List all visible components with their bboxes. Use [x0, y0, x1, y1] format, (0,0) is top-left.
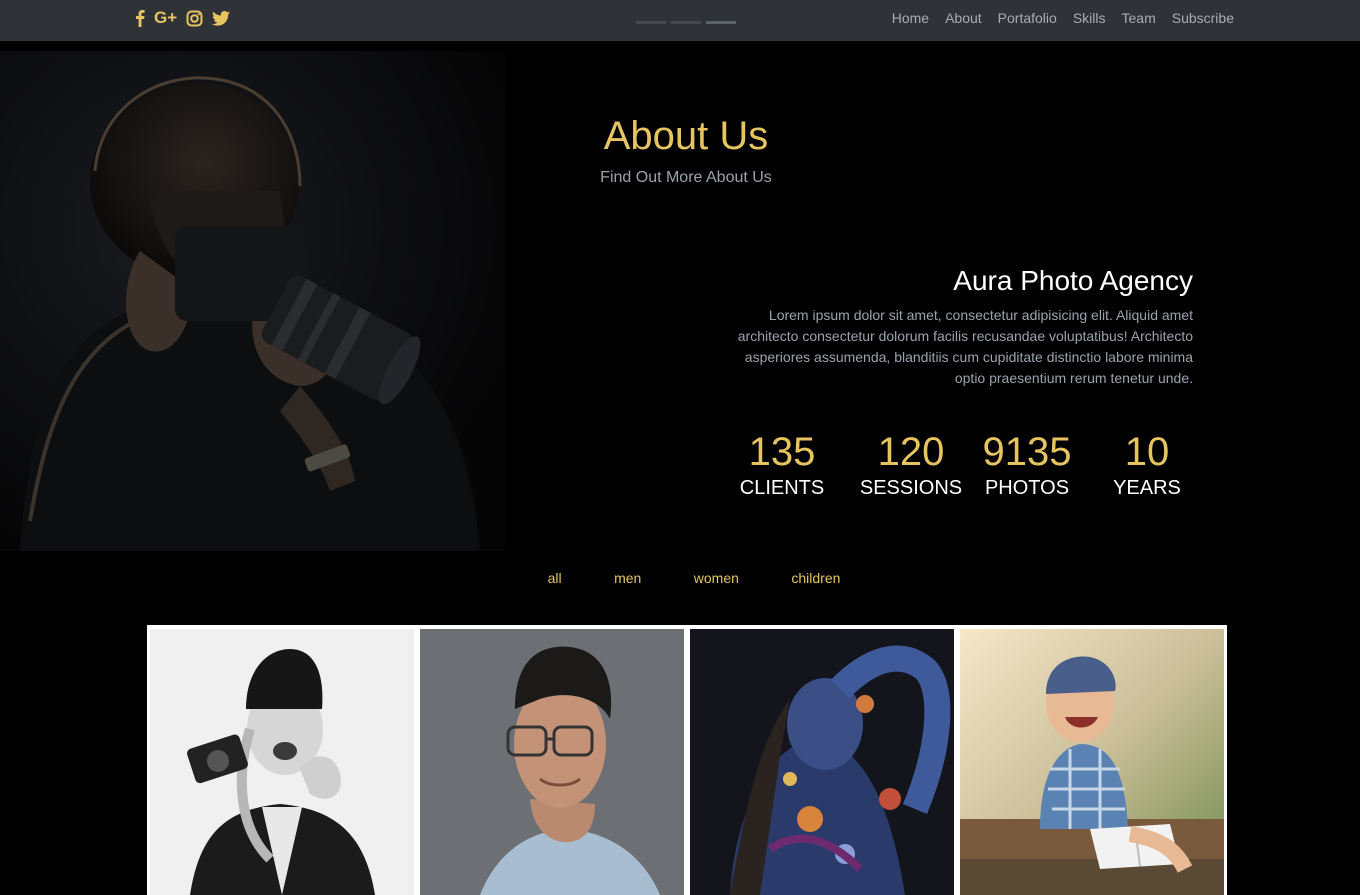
stat-value: 135	[748, 430, 816, 474]
social-links: G+	[135, 9, 231, 27]
section-subtitle: Find Out More About Us	[600, 169, 772, 186]
stat-clients: 135 CLIENTS	[722, 431, 842, 499]
stat-value: 9135	[982, 430, 1072, 474]
nav-team[interactable]: Team	[1122, 10, 1156, 26]
google-plus-icon[interactable]: G+	[154, 9, 177, 27]
slider-indicators	[636, 21, 736, 24]
stats-counters: 135 CLIENTS 120 SESSIONS 9135 PHOTOS 10 …	[728, 431, 1198, 521]
nav-portafolio[interactable]: Portafolio	[998, 10, 1057, 26]
slider-dot-active[interactable]	[706, 21, 736, 24]
gallery-item[interactable]	[420, 629, 684, 895]
woman-with-camera-photo	[150, 629, 414, 895]
stat-sessions: 120 SESSIONS	[851, 431, 971, 499]
top-navbar: G+ Home About Portafolio Skills Team Sub…	[0, 0, 1360, 41]
slider-dot[interactable]	[671, 21, 701, 24]
portfolio-filters: all men women children	[0, 570, 1360, 588]
nav-subscribe[interactable]: Subscribe	[1172, 10, 1234, 26]
stat-value: 120	[877, 430, 945, 474]
filter-all[interactable]: all	[548, 570, 562, 586]
body-paint-woman-photo	[690, 629, 954, 895]
nav-home[interactable]: Home	[892, 10, 929, 26]
portfolio-gallery	[147, 625, 1227, 895]
facebook-icon[interactable]	[135, 9, 145, 27]
twitter-icon[interactable]	[212, 10, 231, 26]
stat-years: 10 YEARS	[1087, 431, 1207, 499]
gallery-item[interactable]	[690, 629, 954, 895]
main-nav: Home About Portafolio Skills Team Subscr…	[892, 10, 1234, 26]
laughing-child-photo	[960, 629, 1224, 895]
stat-value: 10	[1124, 430, 1170, 474]
stat-label: CLIENTS	[739, 477, 825, 499]
gallery-item[interactable]	[960, 629, 1224, 895]
agency-name: Aura Photo Agency	[953, 265, 1193, 296]
stat-photos: 9135 PHOTOS	[967, 431, 1087, 499]
instagram-icon[interactable]	[186, 10, 203, 27]
gallery-item[interactable]	[150, 629, 414, 895]
agency-description: Lorem ipsum dolor sit amet, consectetur …	[737, 307, 1193, 386]
man-with-glasses-photo	[420, 629, 684, 895]
nav-skills[interactable]: Skills	[1073, 10, 1106, 26]
about-section: About Us Find Out More About Us Aura Pho…	[0, 41, 1360, 561]
stat-label: PHOTOS	[984, 477, 1070, 499]
stat-label: SESSIONS	[859, 477, 963, 499]
filter-children[interactable]: children	[791, 570, 840, 586]
stat-label: YEARS	[1113, 477, 1181, 499]
slider-dot[interactable]	[636, 21, 666, 24]
section-title: About Us	[603, 114, 769, 158]
filter-women[interactable]: women	[694, 570, 739, 586]
nav-about[interactable]: About	[945, 10, 982, 26]
filter-men[interactable]: men	[614, 570, 641, 586]
